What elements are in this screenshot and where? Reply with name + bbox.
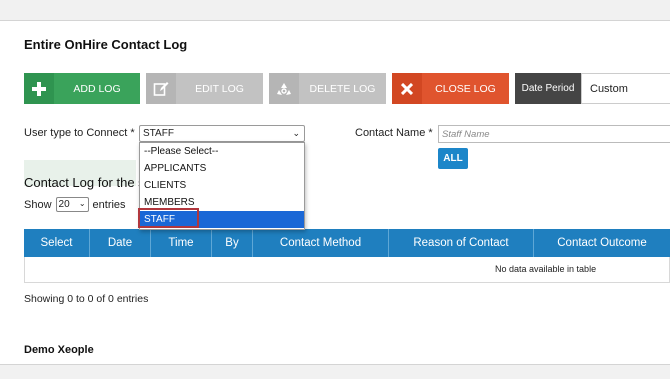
footer-company-name: Demo Xeople (24, 344, 94, 356)
dropdown-option-members[interactable]: MEMBERS (140, 194, 304, 211)
show-entries-control: Show 20 ⌄ entries (24, 197, 126, 212)
x-icon (392, 73, 422, 104)
dropdown-option-please-select[interactable]: --Please Select-- (140, 143, 304, 160)
add-log-label: ADD LOG (73, 82, 121, 95)
delete-log-label: DELETE LOG (309, 82, 376, 95)
empty-table-message: No data available in table (495, 264, 597, 274)
contact-name-input[interactable]: Staff Name (438, 125, 670, 143)
column-header-reason-of-contact[interactable]: Reason of Contact (389, 229, 534, 257)
table-body: No data available in table (24, 257, 670, 283)
edit-log-label: EDIT LOG (195, 82, 244, 95)
add-log-button[interactable]: ADD LOG (24, 73, 140, 104)
user-type-label: User type to Connect * (24, 127, 135, 139)
entries-label: entries (92, 198, 126, 211)
close-log-label: CLOSE LOG (435, 82, 496, 95)
column-header-by[interactable]: By (212, 229, 253, 257)
recycle-icon (269, 73, 299, 104)
column-header-contact-method[interactable]: Contact Method (253, 229, 389, 257)
date-period-label: Date Period (515, 73, 581, 104)
delete-log-button[interactable]: DELETE LOG (269, 73, 386, 104)
close-log-button[interactable]: CLOSE LOG (392, 73, 509, 104)
column-header-select[interactable]: Select (24, 229, 90, 257)
contact-name-label: Contact Name * (355, 127, 433, 139)
column-header-time[interactable]: Time (151, 229, 212, 257)
table-header: Select Date Time By Contact Method Reaso… (24, 229, 670, 257)
dropdown-option-clients[interactable]: CLIENTS (140, 177, 304, 194)
page-title: Entire OnHire Contact Log (24, 37, 188, 52)
pencil-icon (146, 73, 176, 104)
entries-per-page-select[interactable]: 20 ⌄ (55, 197, 89, 212)
plus-icon (24, 73, 54, 104)
table-info: Showing 0 to 0 of 0 entries (24, 293, 149, 305)
user-type-select[interactable]: STAFF ⌄ (139, 125, 305, 142)
show-label: Show (24, 198, 52, 211)
contact-log-heading: Contact Log for the s (24, 175, 145, 190)
date-period-select[interactable]: Custom (581, 73, 670, 104)
all-button[interactable]: ALL (438, 148, 468, 169)
dropdown-option-staff[interactable]: STAFF (140, 211, 304, 228)
chevron-down-icon: ⌄ (78, 199, 86, 208)
entries-per-page-value: 20 (58, 199, 70, 210)
dropdown-option-applicants[interactable]: APPLICANTS (140, 160, 304, 177)
chevron-down-icon: ⌄ (292, 128, 300, 138)
user-type-value: STAFF (143, 128, 174, 139)
edit-log-button[interactable]: EDIT LOG (146, 73, 263, 104)
content-panel: Entire OnHire Contact Log ADD LOG EDIT L… (0, 20, 670, 365)
column-header-contact-outcome[interactable]: Contact Outcome (534, 229, 670, 257)
column-header-date[interactable]: Date (90, 229, 151, 257)
user-type-dropdown-list: --Please Select-- APPLICANTS CLIENTS MEM… (139, 142, 305, 230)
